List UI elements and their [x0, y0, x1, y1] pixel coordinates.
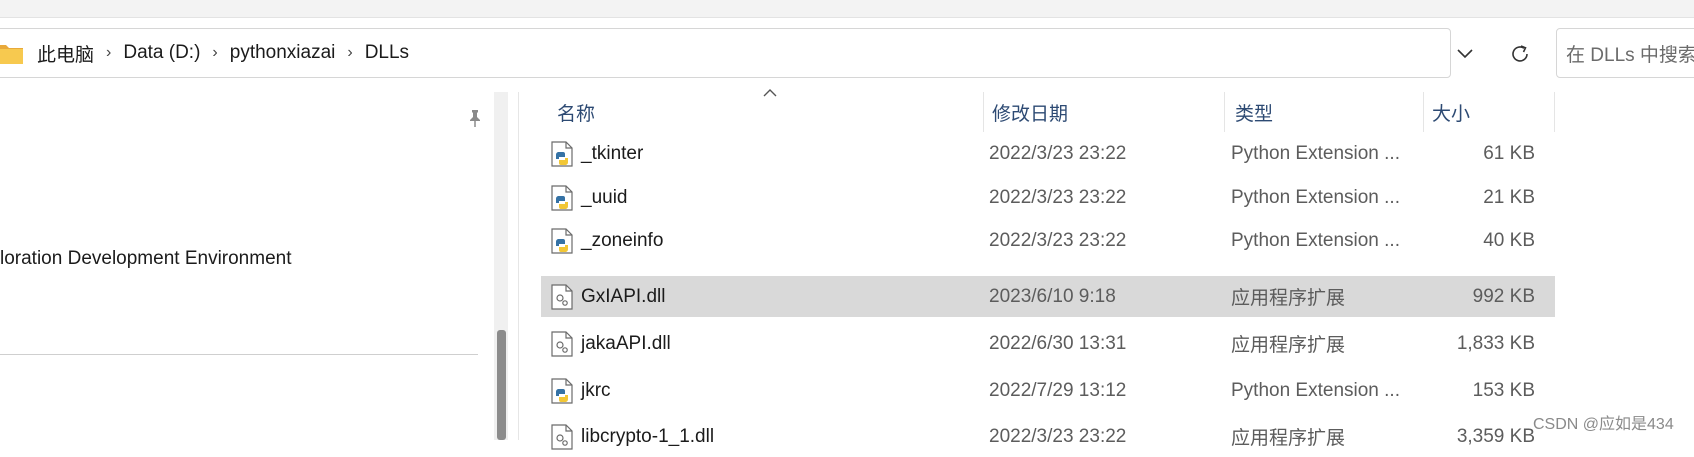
title-strip	[0, 0, 1694, 18]
chevron-right-icon[interactable]: ›	[106, 44, 111, 62]
file-name: _zoneinfo	[581, 229, 664, 251]
file-name: _uuid	[581, 186, 628, 208]
file-size: 992 KB	[1472, 285, 1535, 307]
dll-file-icon	[551, 330, 573, 357]
file-type: Python Extension ...	[1231, 379, 1400, 401]
dll-file-icon	[551, 283, 573, 310]
pane-splitter[interactable]	[518, 92, 519, 440]
column-header-name[interactable]: 名称	[557, 92, 595, 132]
file-size: 40 KB	[1483, 229, 1535, 251]
address-history-button[interactable]	[1450, 36, 1480, 72]
file-date: 2023/6/10 9:18	[989, 285, 1116, 307]
file-name: _tkinter	[581, 142, 644, 164]
file-name: GxIAPI.dll	[581, 285, 666, 307]
file-type: Python Extension ...	[1231, 142, 1400, 164]
breadcrumb-data-drive[interactable]: Data (D:)	[123, 42, 200, 64]
file-name-cell: GxIAPI.dll	[551, 276, 665, 317]
file-row[interactable]: libcrypto-1_1.dll 2022/3/23 23:22 应用程序扩展…	[541, 416, 1555, 457]
file-row-selected[interactable]: GxIAPI.dll 2023/6/10 9:18 应用程序扩展 992 KB	[541, 276, 1555, 317]
refresh-button[interactable]	[1502, 36, 1538, 72]
python-file-icon	[551, 140, 573, 167]
file-name-cell: _zoneinfo	[551, 220, 663, 261]
file-size: 153 KB	[1472, 379, 1535, 401]
file-size: 3,359 KB	[1456, 425, 1535, 447]
breadcrumb-dlls[interactable]: DLLs	[365, 42, 409, 64]
breadcrumb: 此电脑 › Data (D:) › pythonxiazai › DLLs	[0, 29, 409, 77]
file-date: 2022/3/23 23:22	[989, 425, 1127, 447]
column-header-size[interactable]: 大小	[1432, 92, 1470, 132]
search-input[interactable]: 在 DLLs 中搜索	[1556, 28, 1694, 78]
watermark: CSDN @应如是434	[1533, 416, 1674, 433]
file-name: libcrypto-1_1.dll	[581, 425, 715, 447]
chevron-down-icon	[1457, 49, 1473, 59]
file-type: Python Extension ...	[1231, 186, 1400, 208]
file-row[interactable]: jkrc 2022/7/29 13:12 Python Extension ..…	[541, 370, 1555, 411]
address-bar[interactable]: 此电脑 › Data (D:) › pythonxiazai › DLLs	[0, 28, 1451, 78]
breadcrumb-pythonxiazai[interactable]: pythonxiazai	[230, 42, 336, 64]
chevron-right-icon[interactable]: ›	[212, 44, 217, 62]
file-size: 21 KB	[1483, 186, 1535, 208]
python-file-icon	[551, 227, 573, 254]
dll-file-icon	[551, 423, 573, 450]
file-name: jkrc	[581, 379, 611, 401]
breadcrumb-this-pc[interactable]: 此电脑	[37, 40, 94, 67]
file-type: Python Extension ...	[1231, 229, 1400, 251]
file-name-cell: _uuid	[551, 177, 628, 218]
pin-icon[interactable]	[465, 108, 485, 128]
refresh-icon	[1512, 45, 1528, 62]
folder-icon	[0, 45, 23, 64]
file-size: 61 KB	[1483, 142, 1535, 164]
file-row[interactable]: _tkinter 2022/3/23 23:22 Python Extensio…	[541, 133, 1555, 174]
column-separator[interactable]	[1224, 92, 1225, 132]
column-separator[interactable]	[1423, 92, 1424, 132]
nav-divider	[0, 354, 478, 355]
file-date: 2022/3/23 23:22	[989, 142, 1127, 164]
file-name: jakaAPI.dll	[581, 332, 671, 354]
column-header-row: 名称 修改日期 类型 大小	[541, 92, 1561, 132]
file-row[interactable]: _zoneinfo 2022/3/23 23:22 Python Extensi…	[541, 220, 1555, 261]
file-row[interactable]: _uuid 2022/3/23 23:22 Python Extension .…	[541, 177, 1555, 218]
file-name-cell: jakaAPI.dll	[551, 323, 671, 364]
file-type: 应用程序扩展	[1231, 428, 1346, 449]
column-header-date[interactable]: 修改日期	[992, 92, 1068, 132]
file-size: 1,833 KB	[1456, 332, 1535, 354]
python-file-icon	[551, 377, 573, 404]
file-date: 2022/3/23 23:22	[989, 186, 1127, 208]
chevron-right-icon[interactable]: ›	[347, 44, 352, 62]
python-file-icon	[551, 184, 573, 211]
file-name-cell: jkrc	[551, 370, 611, 411]
column-header-type[interactable]: 类型	[1235, 92, 1273, 132]
file-date: 2022/6/30 13:31	[989, 332, 1127, 354]
nav-scrollbar-thumb[interactable]	[497, 330, 506, 440]
file-date: 2022/3/23 23:22	[989, 229, 1127, 251]
file-row[interactable]: jakaAPI.dll 2022/6/30 13:31 应用程序扩展 1,833…	[541, 323, 1555, 364]
file-name-cell: libcrypto-1_1.dll	[551, 416, 714, 457]
column-separator[interactable]	[1554, 92, 1555, 132]
file-date: 2022/7/29 13:12	[989, 379, 1127, 401]
file-type: 应用程序扩展	[1231, 288, 1346, 309]
file-name-cell: _tkinter	[551, 133, 643, 174]
file-type: 应用程序扩展	[1231, 335, 1346, 356]
search-placeholder: 在 DLLs 中搜索	[1566, 44, 1694, 66]
nav-item-quick-access[interactable]: loration Development Environment	[0, 248, 292, 270]
column-separator[interactable]	[983, 92, 984, 132]
